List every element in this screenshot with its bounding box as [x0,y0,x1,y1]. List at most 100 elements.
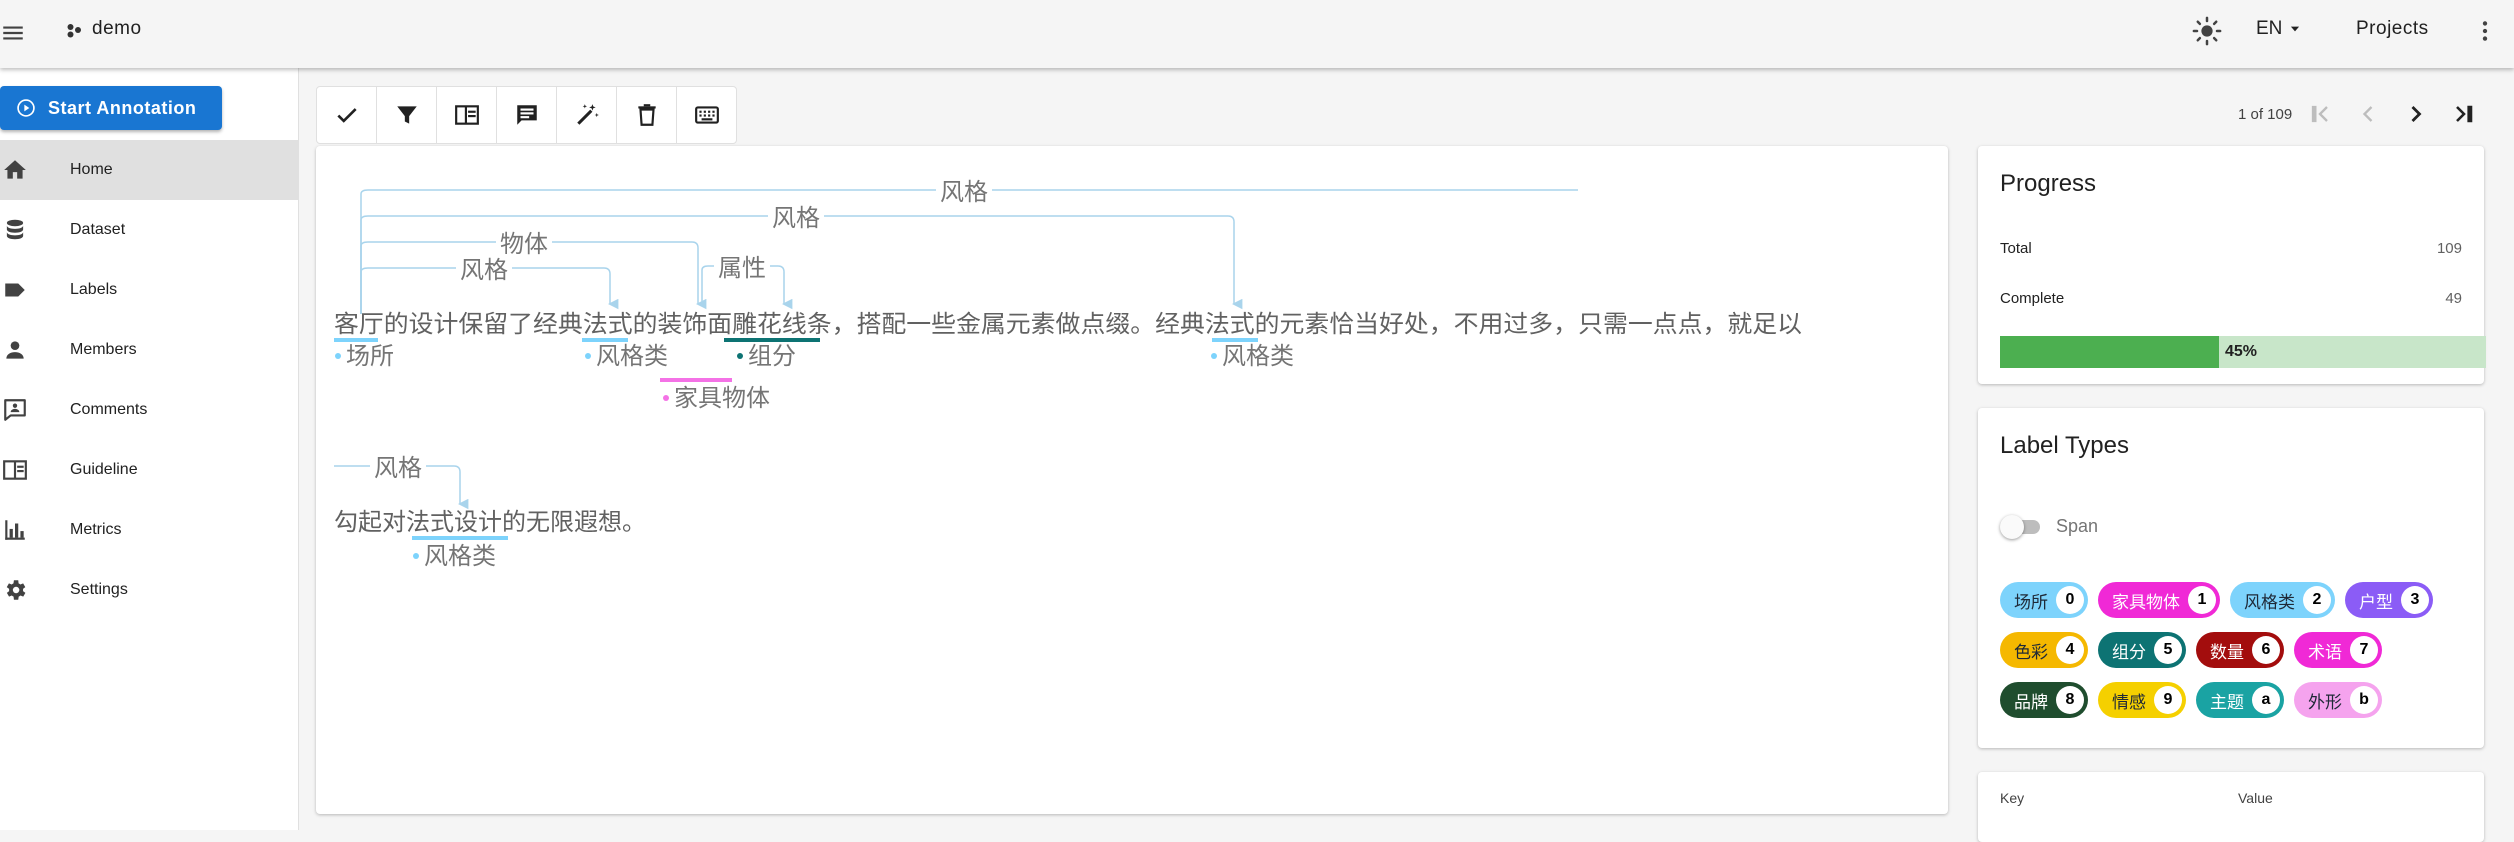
document-line-1[interactable]: 客厅的设计保留了经典法式的装饰面雕花线条，搭配一些金属元素做点缀。经典法式的元素… [334,310,1802,338]
span-label[interactable]: 场所 [346,342,394,370]
label-chip[interactable]: 外形 b [2294,682,2382,718]
filter-button[interactable] [377,87,437,143]
sidebar-item-metrics[interactable]: Metrics [0,500,298,560]
label-chip-shortcut: 2 [2303,586,2331,614]
sidebar-item-label: Labels [70,281,118,298]
relation-label: 风格 [772,204,820,232]
annotation-area: 风格 风格 物体 风格 属性 风格 客厅的设计保留了经典法式的装饰面雕花线条，搭… [316,146,1948,814]
value-column-header: Value [2238,790,2273,806]
brand-logo-icon [67,24,81,38]
sidebar-item-label: Home [70,161,113,178]
toggle-knob [2000,515,2024,539]
label-chip[interactable]: 主题 a [2196,682,2284,718]
sidebar-item-label: Dataset [70,221,126,238]
keyboard-icon [694,106,719,124]
sidebar-item-guideline[interactable]: Guideline [0,440,298,500]
span-label[interactable]: 组分 [748,342,796,370]
label-chip[interactable]: 情感 9 [2098,682,2186,718]
annotation-canvas: 风格 风格 物体 风格 属性 风格 客厅的设计保留了经典法式的装饰面雕花线条，搭… [334,176,1802,570]
span-underline-zhuangshi[interactable] [660,378,732,382]
span-underline-fashisheji[interactable] [412,536,508,540]
theme-toggle-icon[interactable] [2192,16,2222,46]
filter-icon [396,106,417,124]
chart-icon [5,520,25,540]
mark-done-button[interactable] [317,87,377,143]
sidebar-item-comments[interactable]: Comments [0,380,298,440]
label-chip-shortcut: a [2252,686,2280,714]
projects-button[interactable]: Projects [2356,18,2429,40]
span-label[interactable]: 风格类 [596,342,668,370]
language-label: EN [2256,18,2283,39]
sidebar-item-members[interactable]: Members [0,320,298,380]
menu-icon[interactable] [0,20,26,46]
language-selector[interactable]: EN [2256,18,2302,40]
progress-total-row: Total 109 [2000,240,2462,257]
label-chip[interactable]: 户型 3 [2345,582,2433,618]
start-annotation-button[interactable]: Start Annotation [0,86,222,130]
sidebar: Start Annotation Home Dataset Labels Mem… [0,68,299,830]
sidebar-item-label: Metrics [70,521,122,538]
label-chip-text: 场所 [2014,592,2048,613]
pagination: 1 of 109 [2238,100,2478,128]
delete-button[interactable] [617,87,677,143]
keyboard-shortcuts-button[interactable] [677,87,736,143]
auto-label-button[interactable] [557,87,617,143]
more-vert-icon[interactable] [2472,16,2498,46]
page-indicator: 1 of 109 [2238,105,2293,123]
label-chip-text: 情感 [2112,692,2146,713]
label-chip[interactable]: 场所 0 [2000,582,2088,618]
label-chip[interactable]: 品牌 8 [2000,682,2088,718]
check-icon [336,108,357,123]
progress-complete-row: Complete 49 [2000,290,2462,307]
span-toggle[interactable] [2000,514,2044,540]
comment-icon [4,399,26,421]
label-chip-text: 品牌 [2014,692,2048,713]
previous-page-icon[interactable] [2354,100,2382,128]
label-chip-text: 主题 [2210,692,2244,713]
label-chip-text: 户型 [2359,592,2393,613]
label-chip-text: 色彩 [2014,642,2048,663]
complete-value: 49 [2445,290,2462,307]
label-chip[interactable]: 家具物体 1 [2098,582,2220,618]
first-page-icon[interactable] [2306,100,2334,128]
caret-down-icon [2291,26,2300,32]
comment-button[interactable] [497,87,557,143]
span-label[interactable]: 家具物体 [674,384,770,412]
label-chip[interactable]: 术语 7 [2294,632,2382,668]
app-name[interactable]: demo [92,18,142,40]
book-icon [3,460,27,480]
total-label: Total [2000,240,2032,257]
label-chip-text: 风格类 [2244,592,2295,613]
sidebar-item-labels[interactable]: Labels [0,260,298,320]
sidebar-item-label: Comments [70,401,148,418]
progress-bar: 45% [2000,336,2486,368]
span-label[interactable]: 风格类 [1222,342,1294,370]
last-page-icon[interactable] [2450,100,2478,128]
label-chip[interactable]: 风格类 2 [2230,582,2335,618]
span-label[interactable]: 风格类 [424,542,496,570]
key-column-header: Key [2000,790,2025,806]
layout-button[interactable] [437,87,497,143]
complete-label: Complete [2000,290,2065,307]
sidebar-item-home[interactable]: Home [0,140,298,200]
label-chip-text: 数量 [2210,642,2244,663]
comment-icon [516,105,537,125]
start-annotation-label: Start Annotation [48,97,197,118]
total-value: 109 [2436,240,2462,257]
sidebar-item-dataset[interactable]: Dataset [0,200,298,260]
label-chip-text: 外形 [2308,692,2342,713]
label-chip[interactable]: 色彩 4 [2000,632,2088,668]
next-page-icon[interactable] [2402,100,2430,128]
label-chip[interactable]: 数量 6 [2196,632,2284,668]
label-chip-shortcut: 7 [2350,636,2378,664]
label-chip-shortcut: 5 [2154,636,2182,664]
label-chip-text: 家具物体 [2112,592,2180,613]
relation-label: 风格 [460,256,508,284]
label-chip[interactable]: 组分 5 [2098,632,2186,668]
gear-icon [6,580,26,600]
label-chip-shortcut: 1 [2188,586,2216,614]
document-line-2[interactable]: 勾起对法式设计的无限遐想。 [334,508,646,536]
label-chip-text: 组分 [2112,642,2146,663]
sidebar-item-settings[interactable]: Settings [0,560,298,620]
progress-bar-fill [2000,336,2219,368]
